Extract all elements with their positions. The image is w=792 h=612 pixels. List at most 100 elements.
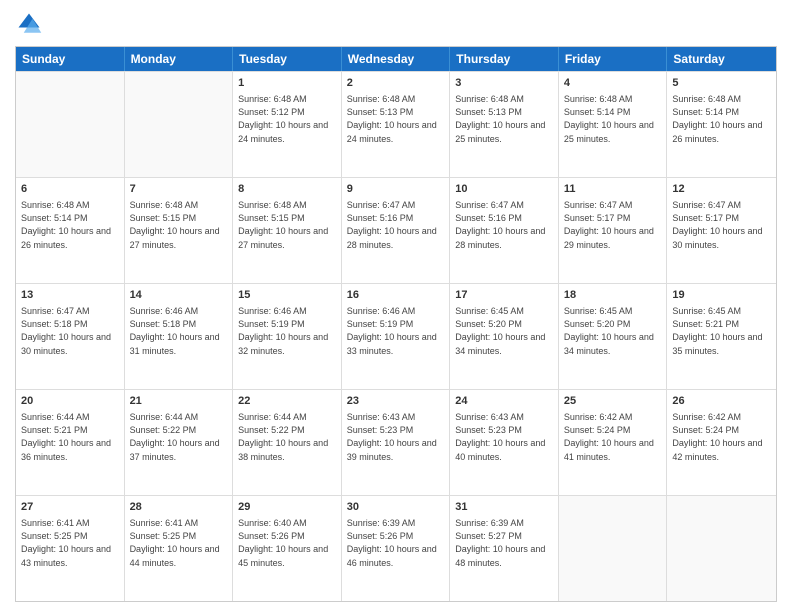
cell-day-number: 11 xyxy=(564,182,662,197)
cell-day-number: 28 xyxy=(130,500,228,515)
day-header-monday: Monday xyxy=(125,47,234,71)
cell-info: Sunrise: 6:48 AM Sunset: 5:15 PM Dayligh… xyxy=(130,199,228,251)
cell-day-number: 13 xyxy=(21,288,119,303)
cell-day-number: 17 xyxy=(455,288,553,303)
day-header-sunday: Sunday xyxy=(16,47,125,71)
calendar-cell: 4Sunrise: 6:48 AM Sunset: 5:14 PM Daylig… xyxy=(559,72,668,177)
calendar-cell: 12 Sunrise: 6:47 AM Sunset: 5:17 PM Dayli… xyxy=(667,178,776,283)
cell-day-number: 31 xyxy=(455,500,553,515)
cell-info: Sunrise: 6:48 AM Sunset: 5:12 PM Dayligh… xyxy=(238,93,336,145)
cell-info: Sunrise: 6:44 AM Sunset: 5:21 PM Dayligh… xyxy=(21,411,119,463)
calendar-cell xyxy=(125,72,234,177)
cell-day-number: 16 xyxy=(347,288,445,303)
day-header-tuesday: Tuesday xyxy=(233,47,342,71)
cell-day-number: 30 xyxy=(347,500,445,515)
calendar-cell: 23 Sunrise: 6:43 AM Sunset: 5:23 PM Dayli… xyxy=(342,390,451,495)
calendar-row: 27Sunrise: 6:41 AM Sunset: 5:25 PM Dayli… xyxy=(16,495,776,601)
cell-info: Sunrise: 6:48 AM Sunset: 5:14 PM Dayligh… xyxy=(564,93,662,145)
cell-info: Sunrise: 6:42 AM Sunset: 5:24 PM Dayligh… xyxy=(672,411,771,463)
cell-day-number: 2 xyxy=(347,76,445,91)
calendar-cell xyxy=(667,496,776,601)
cell-info: Sunrise: 6:47 AM Sunset: 5:16 PM Dayligh… xyxy=(455,199,553,251)
calendar-cell: 8 Sunrise: 6:48 AM Sunset: 5:15 PM Daylig… xyxy=(233,178,342,283)
calendar-cell xyxy=(16,72,125,177)
calendar-cell: 20 Sunrise: 6:44 AM Sunset: 5:21 PM Dayli… xyxy=(16,390,125,495)
calendar-cell: 30 Sunrise: 6:39 AM Sunset: 5:26 PM Dayli… xyxy=(342,496,451,601)
cell-info: Sunrise: 6:48 AM Sunset: 5:14 PM Dayligh… xyxy=(21,199,119,251)
calendar-cell: 7Sunrise: 6:48 AM Sunset: 5:15 PM Daylig… xyxy=(125,178,234,283)
cell-day-number: 9 xyxy=(347,182,445,197)
cell-info: Sunrise: 6:39 AM Sunset: 5:26 PM Dayligh… xyxy=(347,517,445,569)
calendar-cell xyxy=(559,496,668,601)
calendar-cell: 17 Sunrise: 6:45 AM Sunset: 5:20 PM Dayli… xyxy=(450,284,559,389)
cell-info: Sunrise: 6:40 AM Sunset: 5:26 PM Dayligh… xyxy=(238,517,336,569)
calendar-row: 1 Sunrise: 6:48 AM Sunset: 5:12 PM Daylig… xyxy=(16,71,776,177)
cell-day-number: 26 xyxy=(672,394,771,409)
cell-info: Sunrise: 6:47 AM Sunset: 5:16 PM Dayligh… xyxy=(347,199,445,251)
calendar-cell: 6Sunrise: 6:48 AM Sunset: 5:14 PM Daylig… xyxy=(16,178,125,283)
calendar-cell: 1 Sunrise: 6:48 AM Sunset: 5:12 PM Daylig… xyxy=(233,72,342,177)
cell-info: Sunrise: 6:41 AM Sunset: 5:25 PM Dayligh… xyxy=(21,517,119,569)
cell-day-number: 10 xyxy=(455,182,553,197)
cell-day-number: 22 xyxy=(238,394,336,409)
cell-info: Sunrise: 6:48 AM Sunset: 5:14 PM Dayligh… xyxy=(672,93,771,145)
calendar-header: SundayMondayTuesdayWednesdayThursdayFrid… xyxy=(16,47,776,71)
cell-day-number: 23 xyxy=(347,394,445,409)
calendar-cell: 19Sunrise: 6:45 AM Sunset: 5:21 PM Dayli… xyxy=(667,284,776,389)
cell-day-number: 1 xyxy=(238,76,336,91)
cell-info: Sunrise: 6:47 AM Sunset: 5:17 PM Dayligh… xyxy=(672,199,771,251)
calendar-row: 20 Sunrise: 6:44 AM Sunset: 5:21 PM Dayli… xyxy=(16,389,776,495)
cell-day-number: 12 xyxy=(672,182,771,197)
cell-day-number: 24 xyxy=(455,394,553,409)
calendar-cell: 18Sunrise: 6:45 AM Sunset: 5:20 PM Dayli… xyxy=(559,284,668,389)
calendar-cell: 3 Sunrise: 6:48 AM Sunset: 5:13 PM Daylig… xyxy=(450,72,559,177)
calendar-cell: 9 Sunrise: 6:47 AM Sunset: 5:16 PM Daylig… xyxy=(342,178,451,283)
cell-info: Sunrise: 6:47 AM Sunset: 5:17 PM Dayligh… xyxy=(564,199,662,251)
cell-info: Sunrise: 6:43 AM Sunset: 5:23 PM Dayligh… xyxy=(347,411,445,463)
cell-info: Sunrise: 6:44 AM Sunset: 5:22 PM Dayligh… xyxy=(238,411,336,463)
calendar-cell: 2 Sunrise: 6:48 AM Sunset: 5:13 PM Daylig… xyxy=(342,72,451,177)
cell-info: Sunrise: 6:45 AM Sunset: 5:20 PM Dayligh… xyxy=(564,305,662,357)
calendar-body: 1 Sunrise: 6:48 AM Sunset: 5:12 PM Daylig… xyxy=(16,71,776,601)
calendar-cell: 31 Sunrise: 6:39 AM Sunset: 5:27 PM Dayli… xyxy=(450,496,559,601)
calendar-cell: 29 Sunrise: 6:40 AM Sunset: 5:26 PM Dayli… xyxy=(233,496,342,601)
calendar-cell: 11 Sunrise: 6:47 AM Sunset: 5:17 PM Dayli… xyxy=(559,178,668,283)
calendar-cell: 22 Sunrise: 6:44 AM Sunset: 5:22 PM Dayli… xyxy=(233,390,342,495)
calendar-cell: 10 Sunrise: 6:47 AM Sunset: 5:16 PM Dayli… xyxy=(450,178,559,283)
logo-icon xyxy=(15,10,43,38)
page: SundayMondayTuesdayWednesdayThursdayFrid… xyxy=(0,0,792,612)
day-header-thursday: Thursday xyxy=(450,47,559,71)
day-header-saturday: Saturday xyxy=(667,47,776,71)
cell-info: Sunrise: 6:48 AM Sunset: 5:15 PM Dayligh… xyxy=(238,199,336,251)
cell-info: Sunrise: 6:46 AM Sunset: 5:19 PM Dayligh… xyxy=(347,305,445,357)
cell-info: Sunrise: 6:47 AM Sunset: 5:18 PM Dayligh… xyxy=(21,305,119,357)
calendar-row: 13 Sunrise: 6:47 AM Sunset: 5:18 PM Dayli… xyxy=(16,283,776,389)
cell-info: Sunrise: 6:48 AM Sunset: 5:13 PM Dayligh… xyxy=(347,93,445,145)
calendar-cell: 28 Sunrise: 6:41 AM Sunset: 5:25 PM Dayli… xyxy=(125,496,234,601)
calendar-row: 6Sunrise: 6:48 AM Sunset: 5:14 PM Daylig… xyxy=(16,177,776,283)
cell-info: Sunrise: 6:39 AM Sunset: 5:27 PM Dayligh… xyxy=(455,517,553,569)
calendar-cell: 27Sunrise: 6:41 AM Sunset: 5:25 PM Dayli… xyxy=(16,496,125,601)
header xyxy=(15,10,777,38)
cell-info: Sunrise: 6:41 AM Sunset: 5:25 PM Dayligh… xyxy=(130,517,228,569)
cell-info: Sunrise: 6:45 AM Sunset: 5:20 PM Dayligh… xyxy=(455,305,553,357)
cell-day-number: 19 xyxy=(672,288,771,303)
calendar: SundayMondayTuesdayWednesdayThursdayFrid… xyxy=(15,46,777,602)
cell-day-number: 20 xyxy=(21,394,119,409)
calendar-cell: 16 Sunrise: 6:46 AM Sunset: 5:19 PM Dayli… xyxy=(342,284,451,389)
cell-day-number: 29 xyxy=(238,500,336,515)
calendar-cell: 25Sunrise: 6:42 AM Sunset: 5:24 PM Dayli… xyxy=(559,390,668,495)
cell-info: Sunrise: 6:43 AM Sunset: 5:23 PM Dayligh… xyxy=(455,411,553,463)
day-header-friday: Friday xyxy=(559,47,668,71)
cell-info: Sunrise: 6:48 AM Sunset: 5:13 PM Dayligh… xyxy=(455,93,553,145)
cell-day-number: 14 xyxy=(130,288,228,303)
calendar-cell: 26 Sunrise: 6:42 AM Sunset: 5:24 PM Dayli… xyxy=(667,390,776,495)
calendar-cell: 14Sunrise: 6:46 AM Sunset: 5:18 PM Dayli… xyxy=(125,284,234,389)
calendar-cell: 24 Sunrise: 6:43 AM Sunset: 5:23 PM Dayli… xyxy=(450,390,559,495)
cell-info: Sunrise: 6:44 AM Sunset: 5:22 PM Dayligh… xyxy=(130,411,228,463)
day-header-wednesday: Wednesday xyxy=(342,47,451,71)
cell-day-number: 3 xyxy=(455,76,553,91)
cell-day-number: 25 xyxy=(564,394,662,409)
cell-day-number: 8 xyxy=(238,182,336,197)
cell-info: Sunrise: 6:46 AM Sunset: 5:19 PM Dayligh… xyxy=(238,305,336,357)
